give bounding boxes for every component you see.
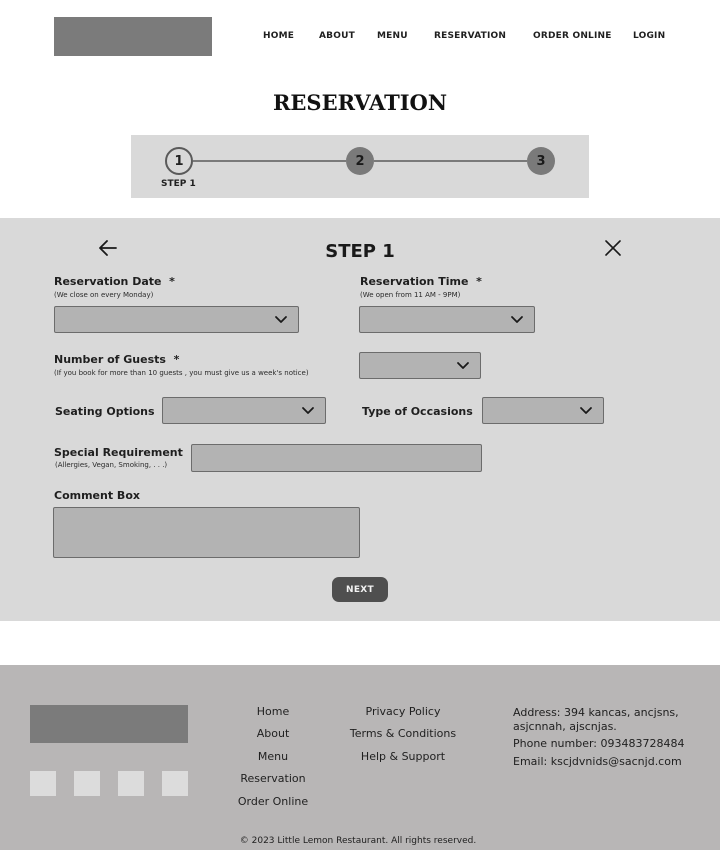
footer-address: Address: 394 kancas, ancjsns, asjcnnah, …: [513, 706, 679, 733]
stepper-connector: [193, 160, 346, 162]
social-icon[interactable]: [74, 771, 100, 796]
chevron-down-icon: [275, 316, 287, 323]
chevron-down-icon: [302, 407, 314, 414]
nav-order-online[interactable]: ORDER ONLINE: [533, 31, 612, 41]
next-button[interactable]: NEXT: [332, 577, 388, 602]
footer-email[interactable]: Email: kscjdvnids@sacnjd.com: [513, 755, 703, 769]
special-requirement-input[interactable]: [191, 444, 482, 472]
footer-link-home[interactable]: Home: [232, 705, 314, 718]
seating-label: Seating Options: [55, 405, 155, 418]
social-icon[interactable]: [30, 771, 56, 796]
chevron-down-icon: [580, 407, 592, 414]
comment-label: Comment Box: [54, 489, 140, 502]
nav-home[interactable]: HOME: [263, 31, 294, 41]
footer-link-order-online[interactable]: Order Online: [232, 795, 314, 808]
guests-hint: (If you book for more than 10 guests , y…: [54, 369, 309, 377]
comment-textarea[interactable]: [53, 507, 360, 558]
occasion-label: Type of Occasions: [362, 405, 473, 418]
footer-links-nav: Home About Menu Reservation Order Online: [232, 705, 314, 815]
step-caption: STEP 1: [161, 179, 196, 189]
chevron-down-icon: [511, 316, 523, 323]
social-icon[interactable]: [162, 771, 188, 796]
step-2-indicator[interactable]: 2: [346, 147, 374, 175]
reservation-form: STEP 1 Reservation Date * (We close on e…: [0, 218, 720, 621]
site-footer: Home About Menu Reservation Order Online…: [0, 665, 720, 850]
chevron-down-icon: [457, 362, 469, 369]
main-nav: HOME ABOUT MENU RESERVATION ORDER ONLINE…: [0, 31, 720, 45]
required-marker: *: [476, 275, 482, 288]
page-title: RESERVATION: [272, 90, 448, 115]
footer-link-menu[interactable]: Menu: [232, 750, 314, 763]
footer-link-privacy[interactable]: Privacy Policy: [344, 705, 462, 718]
copyright-text: © 2023 Little Lemon Restaurant. All righ…: [239, 836, 477, 846]
nav-login[interactable]: LOGIN: [633, 31, 665, 41]
special-requirement-label: Special Requirement: [54, 446, 183, 459]
reservation-time-hint: (We open from 11 AM - 9PM): [360, 291, 461, 299]
reservation-date-hint: (We close on every Monday): [54, 291, 154, 299]
guests-select[interactable]: [359, 352, 481, 379]
social-icon[interactable]: [118, 771, 144, 796]
progress-stepper: 1 2 3 STEP 1: [131, 135, 589, 198]
step-3-indicator[interactable]: 3: [527, 147, 555, 175]
footer-link-about[interactable]: About: [232, 727, 314, 740]
seating-select[interactable]: [162, 397, 326, 424]
occasion-select[interactable]: [482, 397, 604, 424]
required-marker: *: [169, 275, 175, 288]
nav-reservation[interactable]: RESERVATION: [434, 31, 506, 41]
required-marker: *: [173, 353, 180, 366]
reservation-date-label: Reservation Date *: [54, 275, 175, 288]
footer-links-legal: Privacy Policy Terms & Conditions Help &…: [344, 705, 462, 775]
nav-menu[interactable]: MENU: [377, 31, 408, 41]
reservation-time-select[interactable]: [359, 306, 535, 333]
close-icon[interactable]: [601, 237, 625, 259]
stepper-connector: [374, 160, 527, 162]
guests-label: Number of Guests *: [54, 353, 180, 366]
reservation-date-select[interactable]: [54, 306, 299, 333]
footer-link-help[interactable]: Help & Support: [344, 750, 462, 763]
reservation-time-label: Reservation Time *: [360, 275, 482, 288]
step-1-indicator[interactable]: 1: [165, 147, 193, 175]
nav-about[interactable]: ABOUT: [319, 31, 355, 41]
footer-link-reservation[interactable]: Reservation: [232, 772, 314, 785]
footer-phone: Phone number: 093483728484: [513, 737, 685, 750]
footer-link-terms[interactable]: Terms & Conditions: [344, 727, 462, 740]
special-requirement-hint: (Allergies, Vegan, Smoking, . . .): [55, 461, 168, 469]
footer-logo-placeholder[interactable]: [30, 705, 188, 743]
